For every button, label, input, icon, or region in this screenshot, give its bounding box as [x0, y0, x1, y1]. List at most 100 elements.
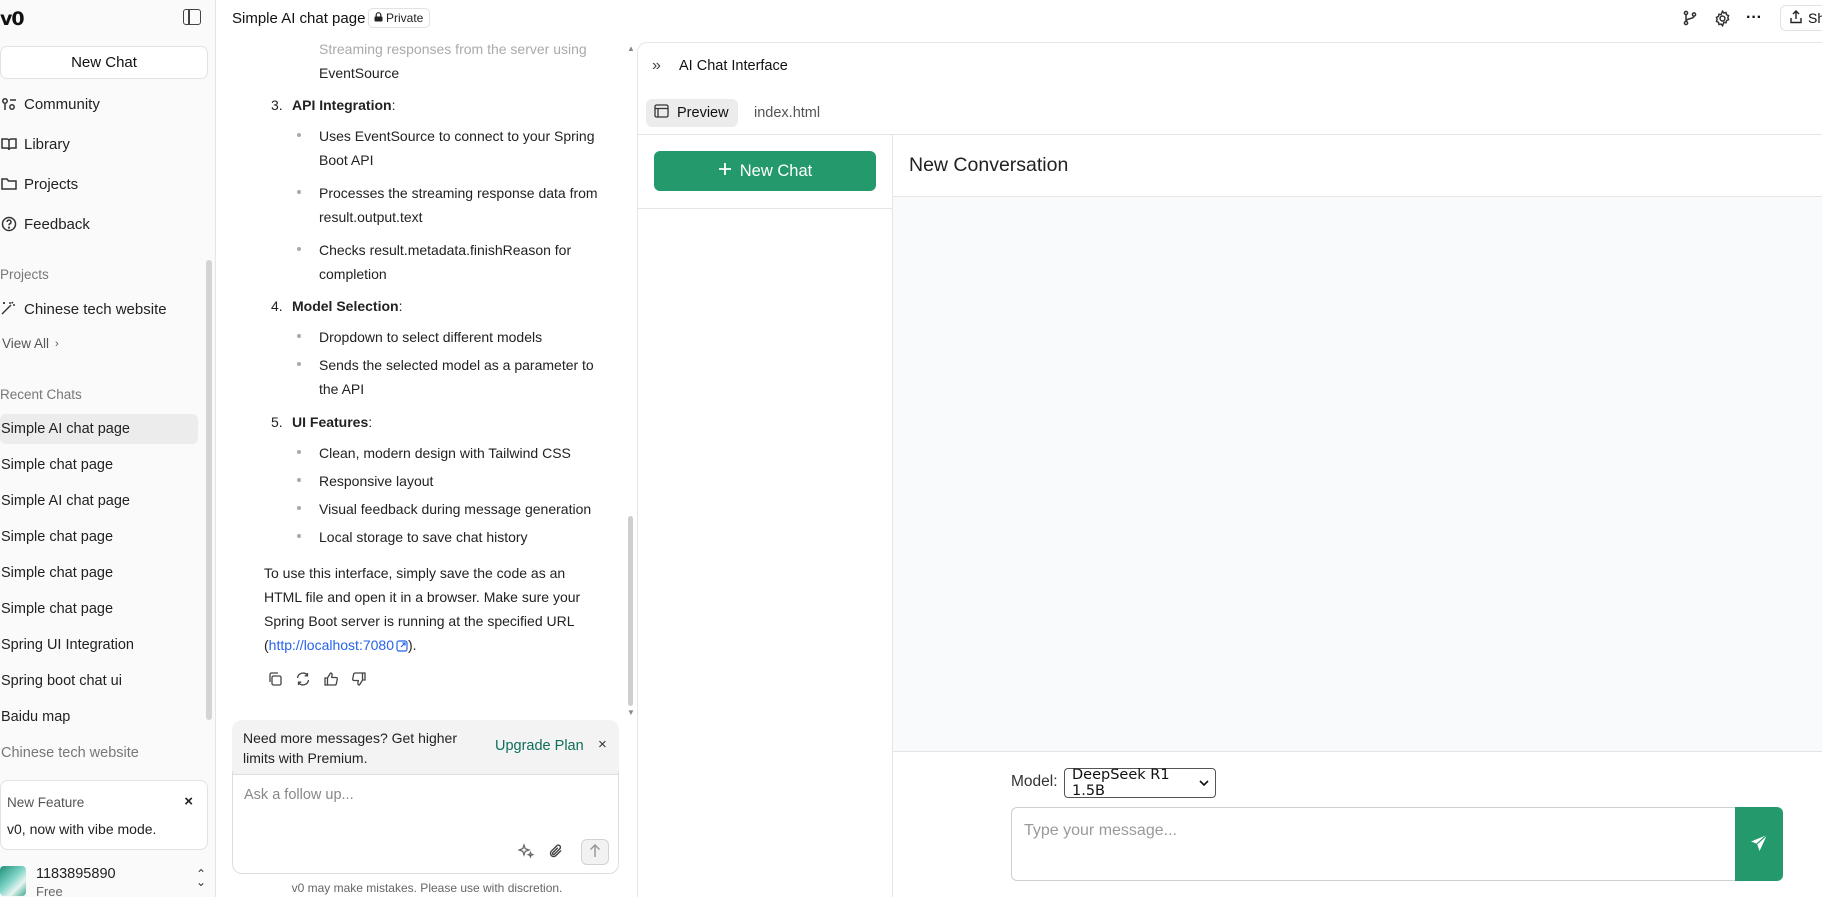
- external-link-icon[interactable]: [396, 635, 408, 659]
- feature-close-icon[interactable]: ×: [184, 793, 193, 810]
- v0-logo[interactable]: v0: [0, 8, 25, 30]
- message-line: Responsive layout: [319, 473, 434, 489]
- message-line: (http://localhost:7080).: [264, 633, 417, 659]
- list-heading-text: UI Features: [292, 414, 369, 430]
- preview-tabs: Preview index.html: [638, 91, 1822, 135]
- git-branch-icon[interactable]: [1681, 9, 1699, 27]
- recent-chat-item[interactable]: Simple chat page: [0, 450, 198, 480]
- view-all-link[interactable]: View All ›: [2, 336, 59, 351]
- recent-chat-item[interactable]: Simple chat page: [0, 594, 198, 624]
- recent-chat-item[interactable]: Simple chat page: [0, 558, 198, 588]
- thumbs-up-icon[interactable]: [323, 671, 339, 687]
- recent-chat-item[interactable]: Simple AI chat page: [0, 414, 198, 444]
- lock-icon: [374, 11, 383, 25]
- sidebar-scrollbar[interactable]: [206, 260, 212, 720]
- arrow-up-icon: [589, 843, 601, 861]
- sidebar-toggle-icon[interactable]: [183, 9, 201, 25]
- chat-scrollbar[interactable]: [628, 516, 633, 706]
- message-line: Visual feedback during message generatio…: [319, 501, 592, 517]
- message-input[interactable]: [1024, 822, 1624, 840]
- scroll-up-arrow-icon[interactable]: ▲: [627, 44, 635, 53]
- message-line: Checks result.metadata.finishReason for: [319, 242, 572, 258]
- message-actions: [267, 671, 367, 687]
- feature-title: New Feature: [7, 795, 85, 810]
- recent-chat-item[interactable]: Spring UI Integration: [0, 630, 198, 660]
- bullet: [297, 506, 301, 510]
- recent-chat-item[interactable]: Simple chat page: [0, 522, 198, 552]
- user-menu[interactable]: 1183895890 Free ⌃ ⌄: [0, 862, 208, 897]
- projects-section-label: Projects: [0, 267, 49, 282]
- message-line: To use this interface, simply save the c…: [264, 565, 566, 581]
- book-icon: [0, 135, 18, 153]
- tab-index-html[interactable]: index.html: [754, 105, 820, 121]
- app-new-chat-label: New Chat: [739, 161, 813, 180]
- paperclip-icon[interactable]: [547, 842, 565, 860]
- browser-window-icon: [654, 104, 669, 122]
- message-line: result.output.text: [319, 209, 423, 225]
- list-heading-colon: :: [391, 97, 396, 113]
- chat-title[interactable]: Simple AI chat page: [232, 10, 365, 27]
- help-circle-icon: [0, 215, 18, 233]
- recent-chat-item[interactable]: Spring boot chat ui: [0, 666, 198, 696]
- list-heading-colon: :: [368, 414, 373, 430]
- list-heading: Model Selection:: [292, 294, 402, 318]
- paren-close: ).: [407, 637, 417, 653]
- community-icon: [0, 95, 18, 113]
- app-new-chat-button[interactable]: New Chat: [654, 151, 876, 191]
- bullet: [297, 450, 301, 454]
- project-item-label: Chinese tech website: [24, 300, 167, 318]
- nav-projects[interactable]: Projects: [0, 170, 78, 198]
- bullet: [297, 247, 301, 251]
- upgrade-text: Need more messages? Get higher limits wi…: [243, 730, 457, 766]
- private-badge[interactable]: Private: [368, 8, 431, 28]
- message-line: Clean, modern design with Tailwind CSS: [319, 445, 571, 461]
- chevron-up-down-icon: ⌃ ⌄: [195, 867, 206, 889]
- avatar: [0, 866, 26, 896]
- more-options-icon[interactable]: ···: [1745, 9, 1763, 27]
- new-feature-card[interactable]: New Feature × v0, now with vibe mode.: [0, 780, 208, 850]
- copy-icon[interactable]: [267, 671, 283, 687]
- gear-icon[interactable]: [1713, 9, 1731, 27]
- messages-area: [893, 197, 1822, 752]
- recent-chat-item[interactable]: Chinese tech website: [0, 738, 198, 768]
- user-name: 1183895890: [36, 866, 116, 882]
- submit-button[interactable]: [581, 839, 609, 865]
- share-button[interactable]: Sh: [1780, 5, 1822, 31]
- localhost-link[interactable]: http://localhost:7080: [269, 637, 394, 653]
- scroll-down-arrow-icon[interactable]: ▼: [627, 708, 635, 717]
- upgrade-plan-link[interactable]: Upgrade Plan: [495, 738, 584, 754]
- send-button[interactable]: [1735, 807, 1783, 881]
- message-line: completion: [319, 266, 387, 282]
- thumbs-down-icon[interactable]: [351, 671, 367, 687]
- model-select-value: DeepSeek R1 1.5B: [1072, 767, 1170, 799]
- tab-preview[interactable]: Preview: [646, 99, 738, 127]
- follow-up-input[interactable]: [244, 787, 604, 803]
- model-select[interactable]: DeepSeek R1 1.5B: [1064, 767, 1216, 799]
- recent-chats-label: Recent Chats: [0, 387, 82, 402]
- nav-community[interactable]: Community: [0, 90, 100, 118]
- double-chevron-right-icon[interactable]: »: [652, 57, 661, 75]
- recent-chat-item[interactable]: Baidu map: [0, 702, 198, 732]
- regenerate-icon[interactable]: [295, 671, 311, 687]
- upgrade-banner: Need more messages? Get higher limits wi…: [232, 720, 619, 774]
- nav-feedback[interactable]: Feedback: [0, 210, 90, 238]
- feature-text: v0, now with vibe mode.: [7, 821, 157, 837]
- view-all-label: View All: [2, 336, 50, 351]
- follow-up-box: [232, 771, 619, 874]
- sparkle-icon[interactable]: [517, 842, 535, 860]
- share-icon: [1789, 9, 1803, 27]
- nav-community-label: Community: [24, 95, 100, 113]
- nav-library[interactable]: Library: [0, 130, 70, 158]
- message-line: Dropdown to select different models: [319, 329, 543, 345]
- list-number: 5.: [271, 414, 283, 430]
- private-badge-label: Private: [386, 11, 424, 25]
- new-chat-button[interactable]: New Chat: [0, 46, 208, 79]
- recent-chat-item[interactable]: Simple AI chat page: [0, 486, 198, 516]
- message-line: Boot API: [319, 152, 374, 168]
- list-heading-colon: :: [398, 298, 403, 314]
- share-label: Sh: [1808, 10, 1822, 26]
- user-plan: Free: [36, 884, 63, 897]
- upgrade-close-icon[interactable]: ×: [598, 736, 607, 753]
- project-item[interactable]: Chinese tech website: [0, 297, 167, 321]
- chevron-right-icon: ›: [55, 337, 59, 350]
